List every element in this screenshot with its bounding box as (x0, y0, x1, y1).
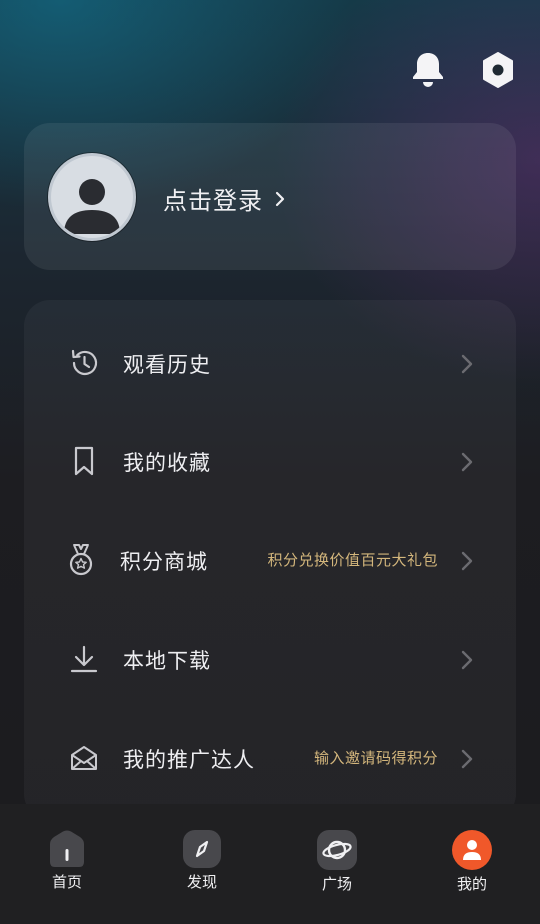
home-icon (50, 830, 84, 867)
chevron-right-icon (461, 749, 473, 769)
tab-label: 发现 (186, 873, 217, 891)
menu-item-label: 我的收藏 (123, 451, 211, 475)
avatar[interactable] (48, 153, 136, 241)
bell-icon (413, 53, 443, 87)
menu-item-promoter[interactable]: 我的推广达人 输入邀请码得积分 (24, 728, 516, 788)
chevron-right-icon (461, 452, 473, 472)
medal-icon (69, 544, 93, 576)
tab-mine[interactable]: 我的 (432, 830, 512, 894)
tab-square[interactable]: 广场 (297, 830, 377, 894)
default-avatar-icon (64, 179, 120, 234)
planet-icon (322, 840, 352, 860)
menu-item-hint: 积分兑换价值百元大礼包 (267, 551, 438, 569)
menu-item-downloads[interactable]: 本地下载 (24, 629, 516, 689)
profile-card[interactable]: 点击登录 (24, 123, 516, 270)
tab-home[interactable]: 首页 (27, 830, 107, 892)
menu-item-favorites[interactable]: 我的收藏 (24, 431, 516, 491)
tab-label: 我的 (456, 875, 487, 893)
chevron-right-icon (461, 551, 473, 571)
tab-label: 首页 (51, 873, 82, 891)
menu-item-label: 本地下载 (123, 649, 211, 673)
menu-item-label: 积分商城 (120, 550, 208, 574)
menu-item-history[interactable]: 观看历史 (24, 333, 516, 393)
user-icon (463, 840, 481, 860)
envelope-open-icon (71, 746, 97, 770)
tab-discover[interactable]: 发现 (162, 830, 242, 892)
settings-button[interactable] (478, 48, 518, 92)
bookmark-icon (74, 446, 94, 476)
header-actions (408, 48, 518, 92)
login-label: 点击登录 (163, 187, 263, 215)
tab-label: 广场 (321, 875, 352, 893)
menu-card: 观看历史 我的收藏 积分商城 积分兑换价值百元大礼包 本地下载 我的推广达人 输… (24, 300, 516, 820)
history-icon (71, 349, 98, 376)
download-icon (70, 645, 98, 673)
menu-item-hint: 输入邀请码得积分 (313, 749, 438, 767)
chevron-right-icon (461, 650, 473, 670)
notification-button[interactable] (408, 48, 448, 92)
login-link[interactable]: 点击登录 (163, 181, 285, 216)
compass-icon (195, 840, 209, 858)
bottom-tab-bar: 首页 发现 广场 我的 (0, 804, 540, 924)
chevron-right-icon (461, 354, 473, 374)
menu-item-points-mall[interactable]: 积分商城 积分兑换价值百元大礼包 (24, 530, 516, 590)
chevron-right-icon (275, 191, 285, 206)
menu-item-label: 我的推广达人 (123, 748, 255, 772)
menu-item-label: 观看历史 (123, 353, 211, 377)
settings-hexagon-icon (483, 52, 513, 88)
